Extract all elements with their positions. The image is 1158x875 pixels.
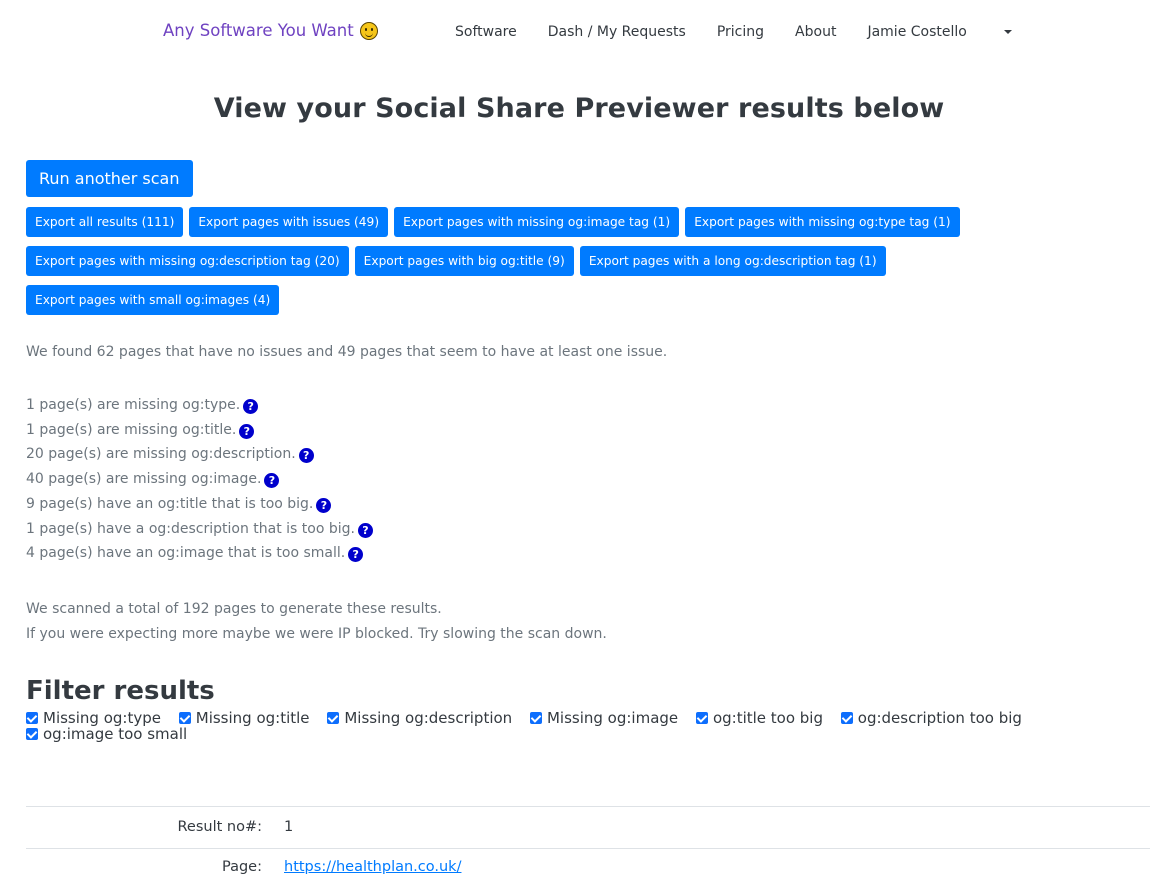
issue-item: 1 page(s) are missing og:type.?	[26, 393, 373, 418]
issue-text: 4 page(s) have an og:image that is too s…	[26, 545, 346, 562]
filter-title: Filter results	[26, 676, 215, 706]
filter-description-too-big[interactable]: og:description too big	[840, 709, 1022, 727]
help-icon[interactable]: ?	[243, 399, 259, 414]
issue-item: 4 page(s) have an og:image that is too s…	[26, 541, 373, 566]
filter-label: Missing og:description	[344, 709, 513, 727]
brand-text: Any Software You Want	[163, 21, 354, 40]
export-small-images-button[interactable]: Export pages with small og:images (4)	[26, 285, 280, 315]
filter-checkboxes: Missing og:type Missing og:title Missing…	[26, 710, 1136, 742]
checkbox-checked-icon[interactable]	[178, 712, 191, 724]
nav-link-about[interactable]: About	[795, 24, 836, 40]
user-menu-dropdown[interactable]: Jamie Costello	[867, 24, 1042, 40]
nav-link-software[interactable]: Software	[455, 24, 517, 40]
scan-notes: We scanned a total of 192 pages to gener…	[26, 597, 607, 646]
filter-label: og:title too big	[712, 709, 823, 727]
issue-text: 1 page(s) have a og:description that is …	[26, 520, 355, 537]
export-row-1: Export all results (111) Export pages wi…	[26, 207, 960, 237]
issue-item: 1 page(s) are missing og:title.?	[26, 418, 373, 443]
export-issues-button[interactable]: Export pages with issues (49)	[189, 207, 389, 237]
filter-missing-image[interactable]: Missing og:image	[529, 709, 679, 727]
help-icon[interactable]: ?	[348, 547, 364, 563]
help-icon[interactable]: ?	[357, 522, 373, 538]
issue-text: 9 page(s) have an og:title that is too b…	[26, 495, 314, 512]
scan-note-blocked: If you were expecting more maybe we were…	[26, 625, 607, 642]
nav-links: Software Dash / My Requests Pricing Abou…	[455, 24, 1074, 40]
issue-text: 1 page(s) are missing og:title.	[26, 421, 237, 438]
filter-label: Missing og:image	[546, 709, 679, 727]
issue-item: 1 page(s) have a og:description that is …	[26, 517, 373, 542]
filter-image-too-small[interactable]: og:image too small	[26, 726, 187, 742]
export-long-description-button[interactable]: Export pages with a long og:description …	[579, 246, 886, 276]
divider	[26, 848, 1150, 849]
result-page-link[interactable]: https://healthplan.co.uk/	[284, 859, 461, 875]
export-big-title-button[interactable]: Export pages with big og:title (9)	[354, 246, 574, 276]
help-icon[interactable]: ?	[239, 423, 255, 439]
top-navbar: Any Software You Want Software Dash / My…	[0, 0, 1158, 64]
scan-note-total: We scanned a total of 192 pages to gener…	[26, 601, 442, 617]
checkbox-checked-icon[interactable]	[840, 712, 853, 724]
run-another-scan-button[interactable]: Run another scan	[26, 160, 193, 197]
checkbox-checked-icon[interactable]	[26, 728, 38, 740]
brand-link[interactable]: Any Software You Want	[163, 21, 378, 40]
summary-text: We found 62 pages that have no issues an…	[26, 344, 668, 360]
issue-text: 40 page(s) are missing og:image.	[26, 471, 262, 488]
checkbox-checked-icon[interactable]	[529, 712, 542, 724]
export-row-2: Export pages with missing og:description…	[26, 246, 886, 276]
issue-item: 9 page(s) have an og:title that is too b…	[26, 492, 373, 517]
nav-link-dash[interactable]: Dash / My Requests	[548, 24, 686, 40]
result-page-label: Page:	[222, 859, 262, 875]
help-icon[interactable]: ?	[316, 497, 332, 513]
help-icon[interactable]: ?	[264, 473, 280, 489]
export-row-3: Export pages with small og:images (4)	[26, 285, 280, 315]
filter-label: og:description too big	[857, 709, 1022, 727]
issue-item: 20 page(s) are missing og:description.?	[26, 442, 373, 467]
issue-item: 40 page(s) are missing og:image.?	[26, 467, 373, 492]
filter-label: og:image too small	[43, 725, 188, 743]
checkbox-checked-icon[interactable]	[26, 712, 38, 724]
checkbox-checked-icon[interactable]	[695, 712, 708, 724]
filter-title-too-big[interactable]: og:title too big	[695, 709, 823, 727]
divider	[26, 806, 1150, 807]
export-missing-description-button[interactable]: Export pages with missing og:description…	[26, 246, 349, 276]
caret-down-icon	[1003, 30, 1012, 34]
checkbox-checked-icon[interactable]	[327, 712, 340, 724]
filter-missing-title[interactable]: Missing og:title	[178, 709, 310, 727]
export-all-button[interactable]: Export all results (111)	[26, 207, 184, 237]
nav-link-pricing[interactable]: Pricing	[717, 24, 764, 40]
export-missing-type-button[interactable]: Export pages with missing og:type tag (1…	[685, 207, 960, 237]
filter-missing-description[interactable]: Missing og:description	[327, 710, 512, 726]
export-missing-image-button[interactable]: Export pages with missing og:image tag (…	[394, 207, 680, 237]
help-icon[interactable]: ?	[298, 448, 314, 464]
issue-text: 1 page(s) are missing og:type.	[26, 397, 241, 413]
issues-list: 1 page(s) are missing og:type.? 1 page(s…	[26, 393, 373, 566]
filter-missing-type[interactable]: Missing og:type	[26, 710, 161, 726]
filter-label: Missing og:title	[195, 709, 310, 727]
page-title: View your Social Share Previewer results…	[213, 93, 945, 124]
user-name: Jamie Costello	[867, 24, 967, 40]
issue-text: 20 page(s) are missing og:description.	[26, 446, 296, 463]
result-number-label: Result no#:	[177, 819, 262, 835]
smiley-icon	[359, 21, 378, 40]
result-number-value: 1	[284, 819, 294, 835]
